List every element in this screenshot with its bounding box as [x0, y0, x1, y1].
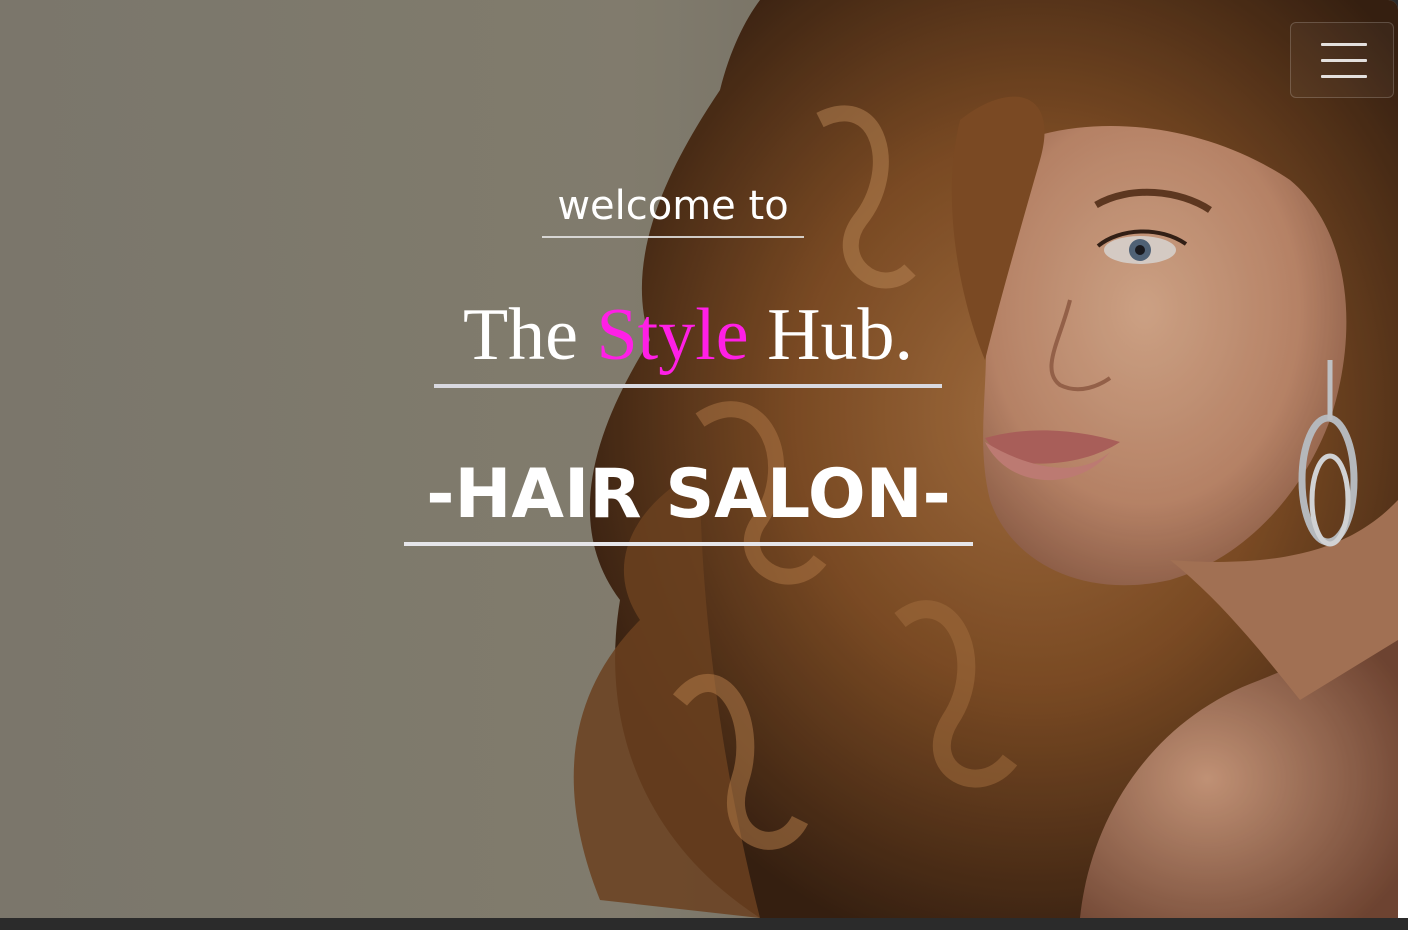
menu-bar-middle: [1321, 59, 1367, 62]
hero-subtitle: -HAIR SALON-: [404, 448, 973, 546]
menu-toggle-button[interactable]: [1290, 22, 1394, 98]
brand-title-part2: Hub.: [767, 294, 914, 376]
menu-bar-top: [1321, 43, 1367, 46]
welcome-text: welcome to: [542, 178, 804, 238]
window-edge: [1398, 0, 1408, 918]
menu-bar-bottom: [1321, 75, 1367, 78]
hero-section: welcome to The Style Hub. -HAIR SALON-: [0, 0, 1398, 918]
brand-title-part1: The: [462, 294, 578, 376]
brand-title-accent: Style: [596, 294, 749, 376]
bottom-bar: [0, 918, 1408, 930]
brand-title: The Style Hub.: [434, 286, 942, 388]
